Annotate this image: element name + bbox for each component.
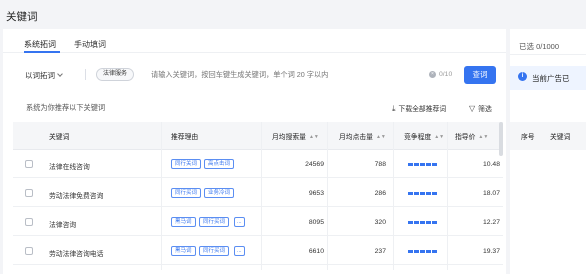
monthly-click-cell: 237 (374, 248, 386, 255)
sort-icon[interactable]: ▲▼ (434, 134, 444, 140)
header-index: 序号 (521, 134, 535, 141)
guide-price-cell: 18.07 (482, 190, 500, 197)
keyword-cell: 劳动法律咨询电话 (49, 251, 104, 258)
keyword-cell: 劳动法律免费咨询 (49, 193, 104, 200)
table-row[interactable]: 法律在线咨询 同行关词 高点击词 24569 788 10.48 (13, 150, 503, 178)
monthly-click-cell: 286 (374, 190, 386, 197)
reason-tag: 同行买词 (199, 246, 230, 256)
header-competition[interactable]: 竞争程度 ▲▼ (404, 131, 444, 141)
selected-table-header: 序号 关键词 (510, 122, 586, 150)
sort-icon[interactable]: ▲▼ (376, 134, 386, 140)
sort-icon[interactable]: ▲▼ (478, 134, 488, 140)
sort-icon[interactable]: ▲▼ (309, 134, 319, 140)
clear-icon[interactable]: × (429, 71, 436, 78)
guide-price-cell: 19.37 (482, 248, 500, 255)
keyword-cell: 法律咨询 (49, 222, 77, 229)
download-all-button[interactable]: ⤓ 下载全部推荐词 (392, 103, 446, 114)
more-tags-button[interactable]: ... (234, 246, 245, 256)
divider (510, 54, 586, 55)
guide-price-cell: 10.48 (482, 161, 500, 168)
keyword-cell: 法律在线咨询 (49, 164, 90, 171)
keyword-counter: 0/10 (439, 71, 453, 78)
table-row[interactable]: 劳动法律咨询电话 黑马词 同行买词 ... 6610 237 19.37 (13, 237, 503, 265)
row-checkbox[interactable] (25, 189, 33, 197)
divider (85, 69, 86, 80)
reason-tag: 黑马词 (171, 246, 196, 256)
header-monthly-click[interactable]: 月均点击量 ▲▼ (339, 131, 386, 141)
page-title: 关键词 (6, 11, 38, 23)
reason-tag: 同行买词 (171, 188, 202, 198)
monthly-click-cell: 788 (374, 161, 386, 168)
row-checkbox[interactable] (25, 160, 33, 168)
filter-button[interactable]: ▽ 筛选 (469, 103, 492, 113)
expand-mode-select[interactable]: 以词拓词 (25, 70, 63, 81)
seed-keyword-chip[interactable]: 法律服务 (96, 68, 135, 81)
tab-active-indicator (24, 51, 60, 53)
info-icon: i (518, 72, 527, 81)
monthly-search-cell: 24569 (305, 161, 324, 168)
reason-tag: 同行关词 (171, 159, 202, 169)
tab-bar: 系统拓词 手动填词 (3, 29, 506, 53)
selected-panel: 已选 0/1000 i 当前广告已 序号 关键词 (510, 29, 586, 274)
keyword-input[interactable] (151, 70, 423, 79)
row-checkbox[interactable] (25, 218, 33, 226)
reason-tag: 业务冷词 (204, 188, 235, 198)
monthly-search-cell: 6610 (308, 248, 324, 255)
table-scrollbar[interactable] (499, 122, 503, 156)
reason-tag: 黑马词 (171, 217, 196, 227)
monthly-search-cell: 8095 (308, 219, 324, 226)
monthly-search-cell: 9653 (308, 190, 324, 197)
table-header: 关键词 推荐理由 月均搜索量 ▲▼ 月均点击量 ▲▼ 竞争程度 ▲▼ 指导价 ▲▼ (13, 122, 503, 150)
guide-price-cell: 12.27 (482, 219, 500, 226)
notice-text: 当前广告已 (532, 74, 570, 83)
monthly-click-cell: 320 (374, 219, 386, 226)
header-keyword: 关键词 (550, 134, 571, 141)
table-row[interactable]: 劳动法律免费咨询 同行买词 业务冷词 9653 286 18.07 (13, 179, 503, 207)
query-button[interactable]: 查词 (464, 66, 496, 84)
filter-icon: ▽ (469, 104, 476, 113)
tab-system-expand[interactable]: 系统拓词 (24, 39, 56, 50)
more-tags-button[interactable]: ... (234, 217, 245, 227)
row-checkbox[interactable] (25, 247, 33, 255)
expand-mode-label: 以词拓词 (25, 71, 55, 80)
tab-manual-input[interactable]: 手动填词 (74, 39, 106, 50)
recommend-label: 系统为你推荐以下关键词 (26, 103, 106, 112)
header-keyword: 关键词 (49, 134, 70, 141)
header-reason: 推荐理由 (171, 134, 199, 141)
notice-banner: i 当前广告已 (510, 66, 586, 90)
header-guide-price[interactable]: 指导价 ▲▼ (455, 131, 488, 141)
download-icon: ⤓ (392, 104, 396, 113)
chevron-down-icon (57, 71, 63, 77)
reason-tag: 高点击词 (204, 159, 235, 169)
reason-tag: 同行买词 (199, 217, 230, 227)
selected-count: 已选 0/1000 (519, 42, 560, 51)
header-monthly-search[interactable]: 月均搜索量 ▲▼ (272, 131, 319, 141)
keyword-input-row: 以词拓词 法律服务 × 0/10 查词 (3, 66, 506, 84)
table-row[interactable]: 法律咨询 黑马词 同行买词 ... 8095 320 12.27 (13, 208, 503, 236)
